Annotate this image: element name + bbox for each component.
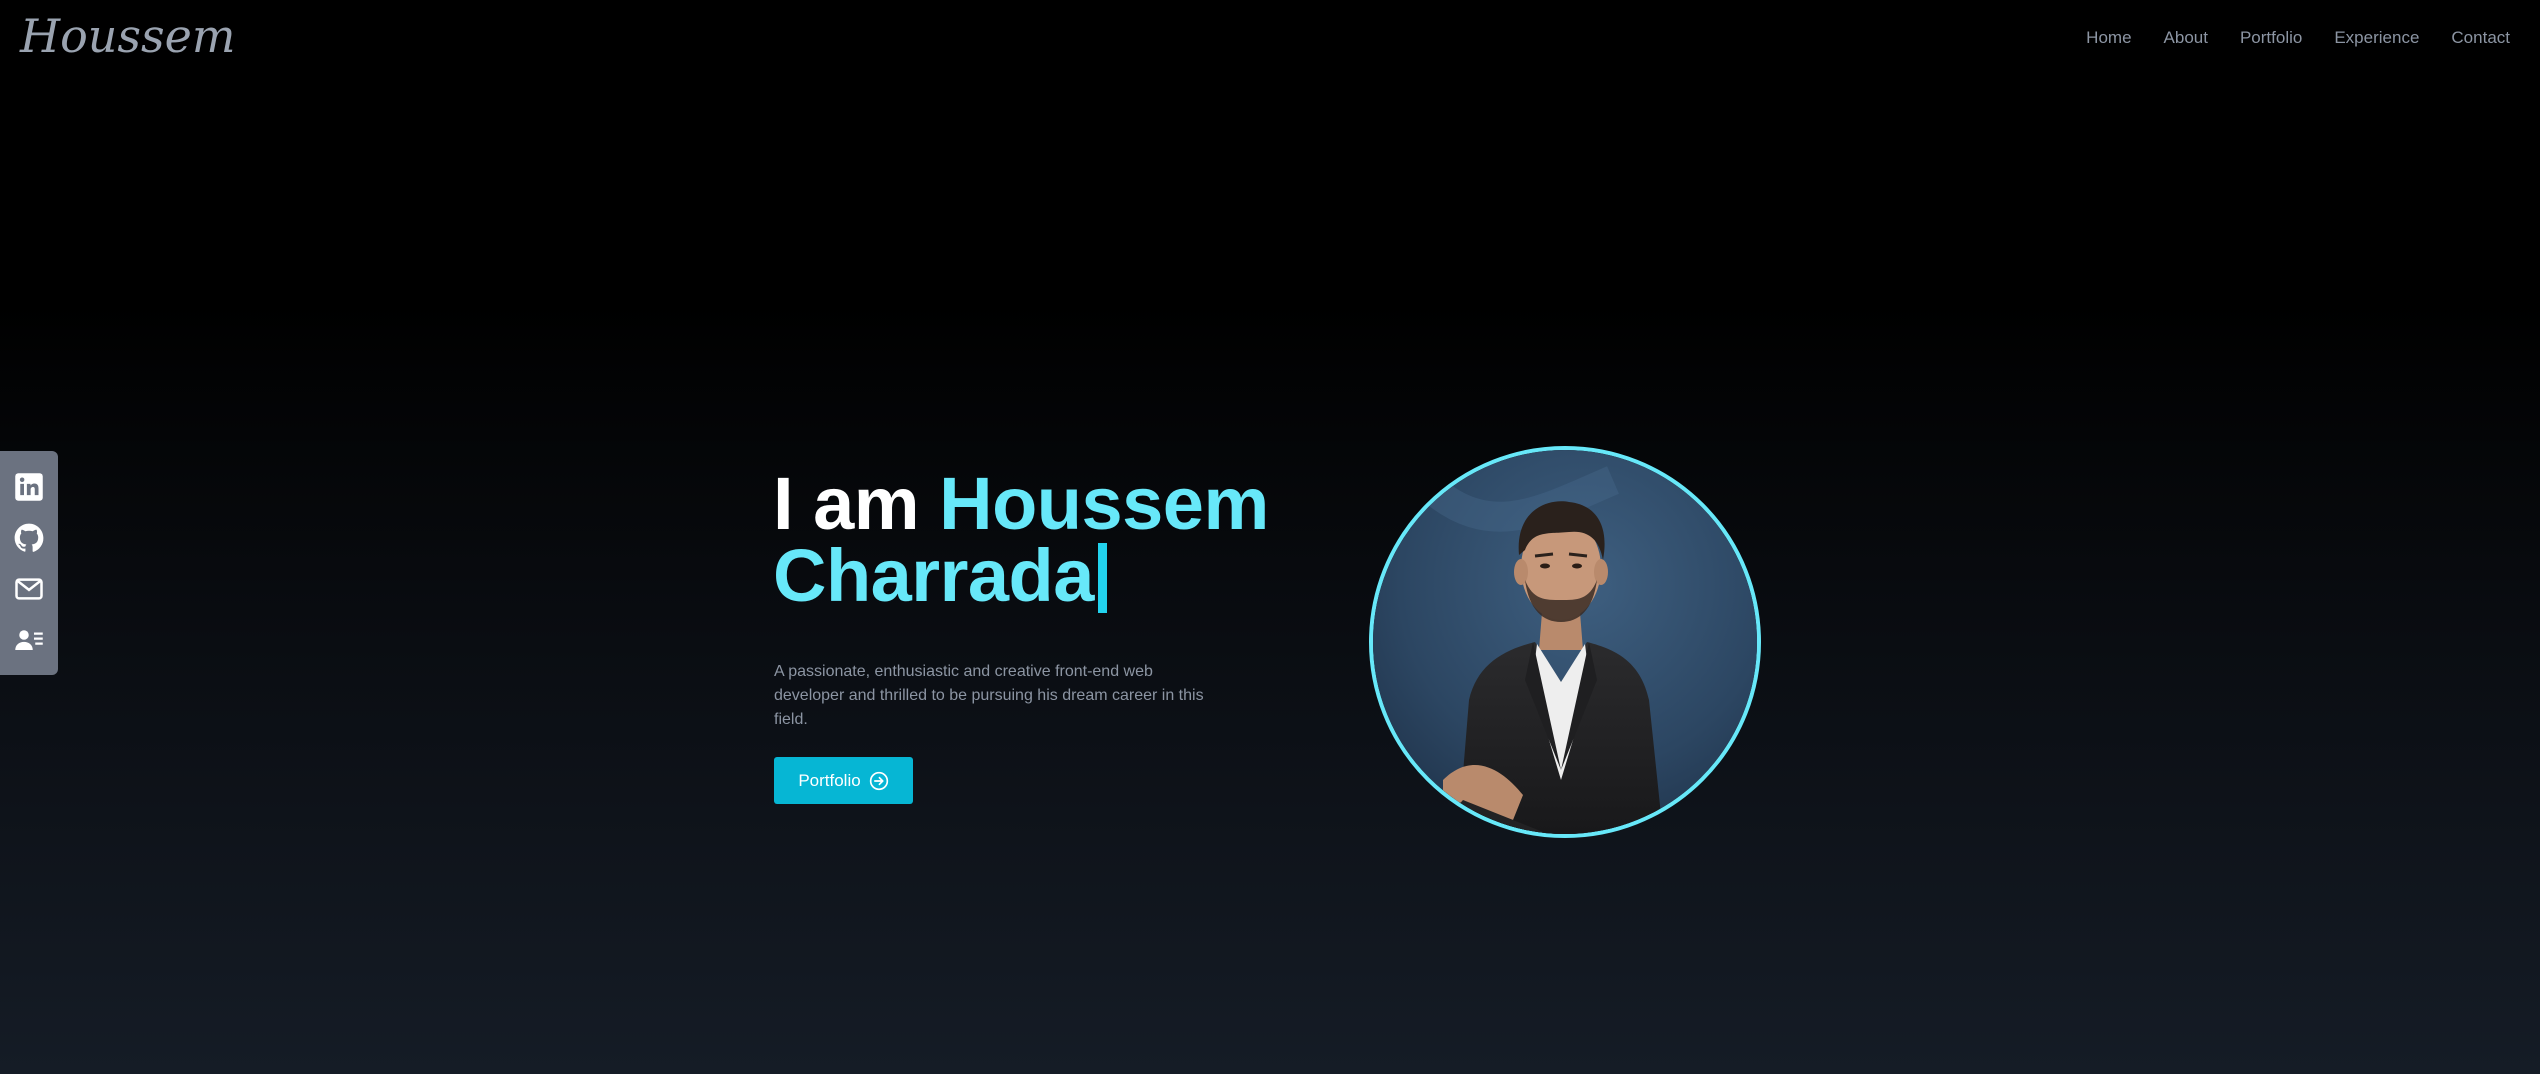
typing-caret [1097,543,1107,613]
site-logo[interactable]: Houssem [20,2,236,70]
linkedin-link[interactable] [12,470,46,504]
mail-icon [15,577,43,600]
nav-experience[interactable]: Experience [2334,28,2419,48]
arrow-right-circle-icon [869,771,888,790]
nav-contact[interactable]: Contact [2451,28,2510,48]
nav-home[interactable]: Home [2086,28,2131,48]
contact-card-icon [15,629,43,650]
nav-about[interactable]: About [2164,28,2208,48]
github-icon [14,523,44,552]
name-last: Charrada [773,534,1094,617]
nav-portfolio[interactable]: Portfolio [2240,28,2302,48]
github-link[interactable] [12,521,46,555]
social-sidebar [0,451,58,675]
greeting-text: I am [773,462,940,545]
email-link[interactable] [12,572,46,606]
hero-description: A passionate, enthusiastic and creative … [774,663,1204,728]
linkedin-icon [15,472,43,501]
profile-photo [1369,446,1761,838]
name-first: Houssem [939,462,1269,545]
resume-link[interactable] [12,623,46,657]
main-nav: Home About Portfolio Experience Contact [2086,22,2510,54]
hero-headline: I am Houssem Charrada [773,467,1269,613]
portrait-image [1373,450,1757,834]
portfolio-button-label: Portfolio [798,770,861,790]
portfolio-button[interactable]: Portfolio [774,757,913,804]
